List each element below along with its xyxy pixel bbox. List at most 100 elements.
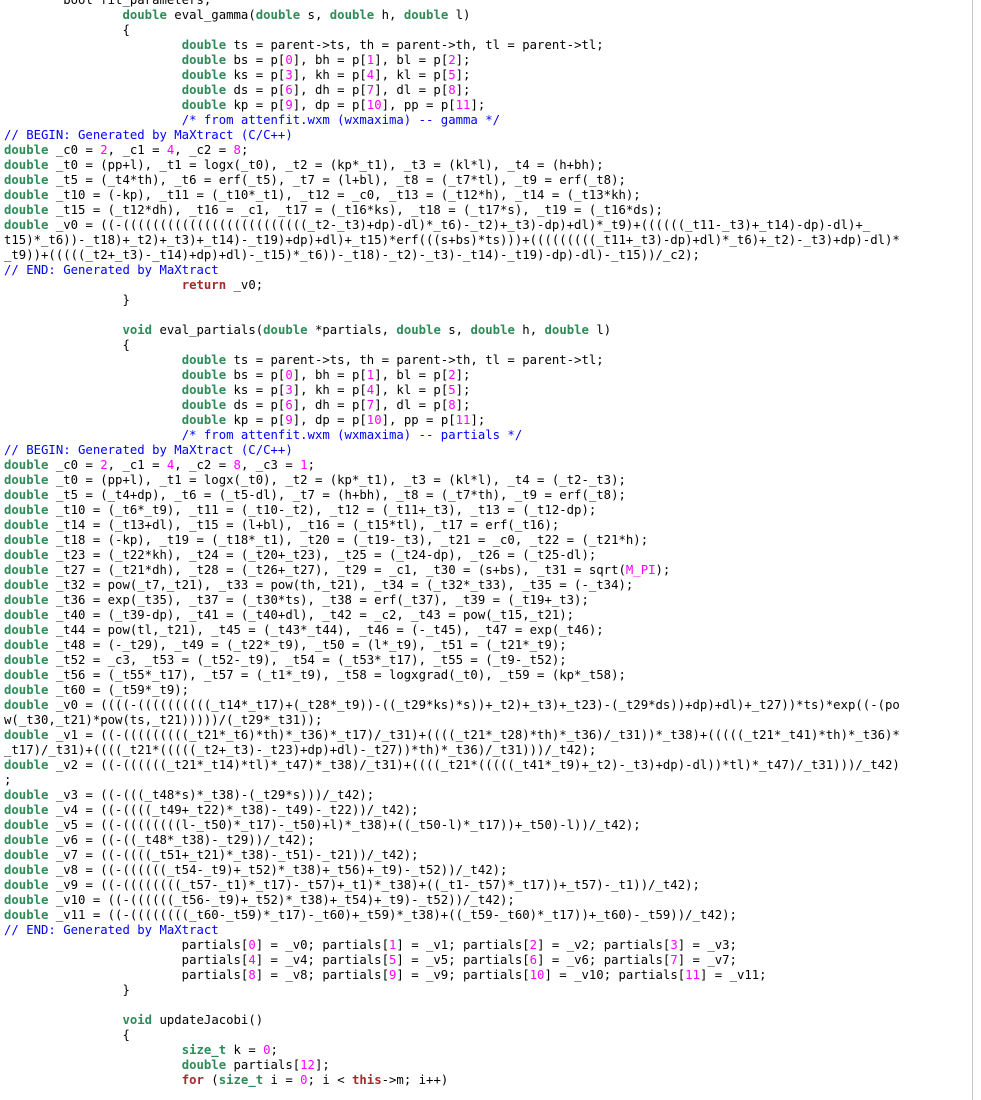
code-text: bs = p[ xyxy=(226,53,286,67)
code-line: for (size_t i = 0; i < this->m; i++) xyxy=(4,1073,449,1088)
code-text: ]; xyxy=(470,98,486,112)
code-line: { xyxy=(4,1028,129,1043)
code-keyword: double xyxy=(4,563,49,577)
code-keyword: double xyxy=(4,848,49,862)
code-number: 3 xyxy=(670,938,678,952)
code-text: i = xyxy=(263,1073,301,1087)
code-number: 8 xyxy=(233,143,241,157)
code-line: double _t10 = (_t6*_t9), _t11 = (_t10-_t… xyxy=(4,503,596,518)
code-line: double _v7 = ((-((((_t51+_t21)*_t38)-_t5… xyxy=(4,848,419,863)
code-text: ds = p[ xyxy=(226,398,286,412)
code-number: 8 xyxy=(448,398,456,412)
code-text: ]; xyxy=(455,68,471,82)
code-text: ; i < xyxy=(307,1073,352,1087)
code-line: double bs = p[0], bh = p[1], bl = p[2]; xyxy=(4,368,471,383)
code-text: k = xyxy=(226,1043,264,1057)
code-text: ], kl = p[ xyxy=(374,383,449,397)
code-text: ], pp = p[ xyxy=(381,413,456,427)
code-text: _v3 = ((-(((_t48*s)*_t38)-(_t29*s)))/_t4… xyxy=(48,788,375,802)
code-text: ] = _v7; xyxy=(677,953,737,967)
code-editor[interactable]: bool fit_parameters; double eval_gamma(d… xyxy=(0,0,972,1100)
code-line: double _t0 = (pp+l), _t1 = logx(_t0), _t… xyxy=(4,473,626,488)
code-text: _t60 = (_t59*_t9); xyxy=(48,683,190,697)
code-text: s, xyxy=(440,323,471,337)
code-text: _v2 = ((-((((((_t21*_t14)*tl)*_t47)*_t38… xyxy=(48,758,900,772)
code-line: partials[4] = _v4; partials[5] = _v5; pa… xyxy=(4,953,737,968)
code-keyword: double xyxy=(4,173,49,187)
code-text: ], dl = p[ xyxy=(374,83,449,97)
code-keyword: double xyxy=(4,458,49,472)
code-text: _v4 = ((-((((_t49+_t22)*_t38)-_t49)-_t22… xyxy=(48,803,419,817)
code-text: _v10 = ((-((((((_t56-_t9)+_t52)*_t38)+_t… xyxy=(48,893,515,907)
code-number: 6 xyxy=(285,398,293,412)
code-text: _v5 = ((-((((((((l-_t50)*_t17)-_t50)+l)*… xyxy=(48,818,641,832)
code-text: ]; xyxy=(455,383,471,397)
code-comment: // END: Generated by MaXtract xyxy=(4,923,219,937)
code-line: double _v9 = ((-((((((((_t57-_t1)*_t17)-… xyxy=(4,878,700,893)
code-keyword: double xyxy=(4,218,49,232)
code-line: double _t23 = (_t22*kh), _t24 = (_t20+_t… xyxy=(4,548,596,563)
code-number: 0 xyxy=(248,938,256,952)
code-keyword: double xyxy=(4,668,49,682)
code-line: double eval_gamma(double s, double h, do… xyxy=(4,8,470,23)
code-line: double _v0 = ((-((((((((((((((((((((((((… xyxy=(4,218,870,233)
code-keyword: double xyxy=(4,473,49,487)
code-keyword: double xyxy=(4,878,49,892)
code-text: ], kh = p[ xyxy=(292,68,367,82)
code-number: 11 xyxy=(685,968,700,982)
code-keyword: double xyxy=(4,593,49,607)
code-text: _t17)/_t31)+((((_t21*(((((_t2+_t3)-_t23)… xyxy=(4,743,597,757)
code-text: ks = p[ xyxy=(226,68,286,82)
code-text: _v1 = ((-(((((((((_t21*_t6)*th)*_t36)*_t… xyxy=(48,728,900,742)
code-keyword: double xyxy=(181,53,227,67)
code-keyword: double xyxy=(181,1058,227,1072)
code-line: double _v3 = ((-(((_t48*s)*_t38)-(_t29*s… xyxy=(4,788,374,803)
code-text: _t9))+(((((_t2+_t3)-_t14)+dp)+dl)-_t15)*… xyxy=(4,248,700,262)
code-number: 2 xyxy=(100,458,108,472)
code-line: ; xyxy=(4,773,11,788)
code-text: ; xyxy=(270,1043,278,1057)
code-line: bool fit_parameters; xyxy=(4,0,211,8)
code-keyword: double xyxy=(4,728,49,742)
code-keyword: double xyxy=(4,488,49,502)
code-keyword: double xyxy=(4,143,49,157)
code-text: updateJacobi() xyxy=(152,1013,264,1027)
code-line: // BEGIN: Generated by MaXtract (C/C++) xyxy=(4,443,293,458)
code-text: ] = _v9; partials[ xyxy=(396,968,530,982)
code-text: ], dh = p[ xyxy=(292,398,367,412)
code-keyword: double xyxy=(4,533,49,547)
code-text: ts = parent->ts, th = parent->th, tl = p… xyxy=(226,38,604,52)
code-keyword: double xyxy=(181,83,227,97)
code-keyword: double xyxy=(4,608,49,622)
code-keyword: double xyxy=(255,8,301,22)
code-line: { xyxy=(4,338,129,353)
code-statement: for xyxy=(181,1073,204,1087)
code-number: 6 xyxy=(285,83,293,97)
code-text: l) xyxy=(588,323,612,337)
code-line: double _t32 = pow(_t7,_t21), _t33 = pow(… xyxy=(4,578,633,593)
code-keyword: double xyxy=(4,788,49,802)
code-line: double _v10 = ((-((((((_t56-_t9)+_t52)*_… xyxy=(4,893,515,908)
code-keyword: double xyxy=(329,8,375,22)
code-line: double _v2 = ((-((((((_t21*_t14)*tl)*_t4… xyxy=(4,758,900,773)
code-line: double ds = p[6], dh = p[7], dl = p[8]; xyxy=(4,83,471,98)
code-line: return _v0; xyxy=(4,278,263,293)
code-line: double _t36 = exp(_t35), _t37 = (_t30*ts… xyxy=(4,593,589,608)
code-text: ] = _v1; partials[ xyxy=(396,938,530,952)
code-text: kp = p[ xyxy=(226,98,286,112)
code-line: double _t60 = (_t59*_t9); xyxy=(4,683,189,698)
code-text: ], dp = p[ xyxy=(292,413,367,427)
code-text: ] = _v4; partials[ xyxy=(255,953,389,967)
code-number: 0 xyxy=(300,1073,308,1087)
code-text: _v6 = ((-((_t48*_t38)-_t29))/_t42); xyxy=(48,833,315,847)
code-keyword: double xyxy=(4,623,49,637)
code-keyword: double xyxy=(4,833,49,847)
code-text: , _c3 = xyxy=(240,458,301,472)
code-text: _v9 = ((-((((((((_t57-_t1)*_t17)-_t57)+_… xyxy=(48,878,700,892)
code-number: 11 xyxy=(455,98,471,112)
code-text: _c0 = xyxy=(48,143,101,157)
